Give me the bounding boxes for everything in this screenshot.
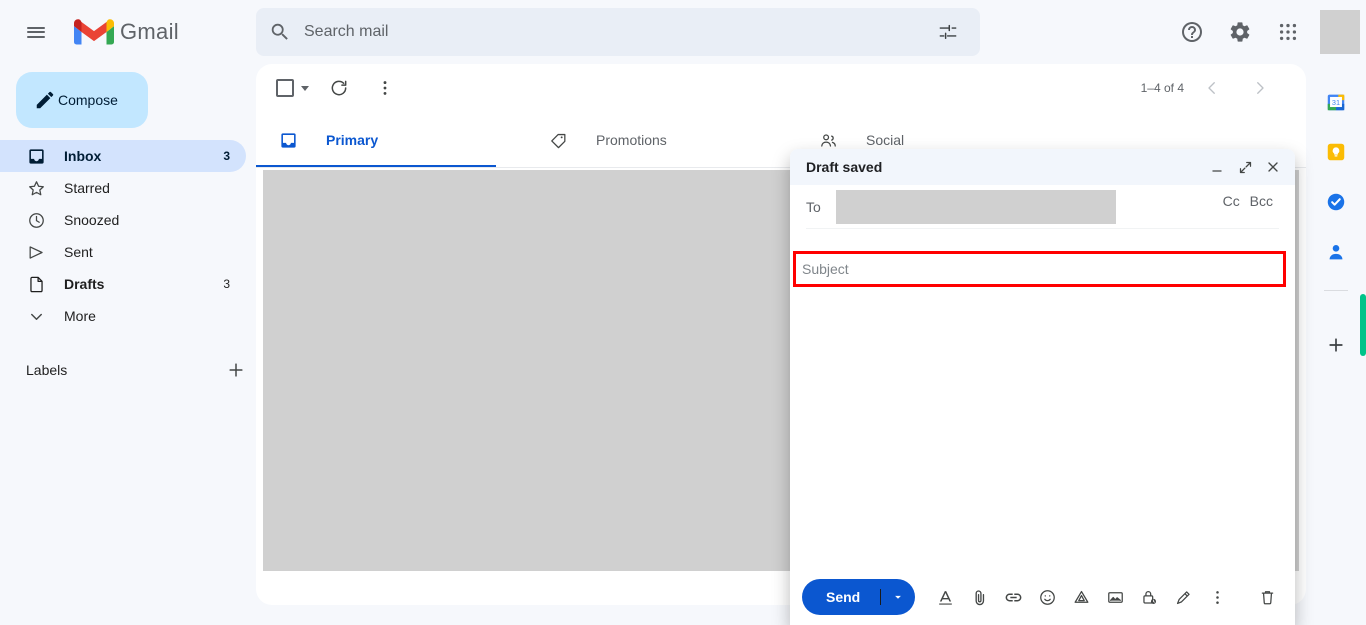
list-toolbar: 1–4 of 4 — [256, 64, 1306, 112]
side-panel-rail: 31 — [1306, 64, 1366, 625]
search-input[interactable] — [304, 23, 980, 41]
select-all-checkbox[interactable] — [272, 75, 313, 101]
compose-header[interactable]: Draft saved — [790, 149, 1295, 185]
insert-drive-icon[interactable] — [1065, 581, 1097, 613]
minimize-icon[interactable] — [1203, 153, 1231, 181]
attach-file-icon[interactable] — [963, 581, 995, 613]
compose-format-icons — [927, 581, 1233, 613]
cc-button[interactable]: Cc — [1223, 193, 1240, 209]
trash-icon[interactable] — [1251, 581, 1283, 613]
tag-icon — [548, 130, 568, 150]
sidebar-item-label: Snoozed — [64, 212, 120, 228]
sidebar-item-label: Sent — [64, 244, 93, 260]
sidebar-item-sent[interactable]: Sent — [0, 236, 246, 268]
left-sidebar: Compose Inbox 3 Starred Snoozed Sent Dra… — [0, 64, 256, 625]
confidential-mode-icon[interactable] — [1133, 581, 1165, 613]
avatar[interactable] — [1320, 10, 1360, 54]
insert-emoji-icon[interactable] — [1031, 581, 1063, 613]
expand-icon[interactable] — [1231, 153, 1259, 181]
sidebar-item-snoozed[interactable]: Snoozed — [0, 204, 246, 236]
sidebar-item-label: Drafts — [64, 276, 105, 292]
google-tasks-icon[interactable] — [1316, 182, 1356, 222]
google-keep-icon[interactable] — [1316, 132, 1356, 172]
star-icon — [26, 178, 46, 198]
inbox-tab-icon — [278, 130, 298, 150]
pagination-controls: 1–4 of 4 — [1141, 68, 1306, 108]
compose-window: Draft saved To Cc Bcc Send — [790, 149, 1295, 625]
send-button[interactable]: Send — [802, 589, 882, 605]
insert-photo-icon[interactable] — [1099, 581, 1131, 613]
tab-label: Social — [866, 132, 905, 148]
compose-button-label: Compose — [58, 92, 118, 108]
send-icon — [26, 242, 46, 262]
cc-bcc-controls: Cc Bcc — [1223, 193, 1295, 209]
labels-title: Labels — [26, 362, 68, 378]
message-body-input[interactable] — [790, 337, 1295, 569]
tab-label: Promotions — [596, 132, 667, 148]
compose-status-title: Draft saved — [806, 159, 883, 175]
sidebar-item-starred[interactable]: Starred — [0, 172, 246, 204]
gear-icon[interactable] — [1216, 8, 1264, 56]
top-bar-actions — [1168, 0, 1366, 64]
sidebar-item-drafts[interactable]: Drafts 3 — [0, 268, 246, 300]
svg-text:31: 31 — [1332, 98, 1340, 107]
refresh-icon[interactable] — [319, 68, 359, 108]
chevron-right-icon[interactable] — [1240, 68, 1280, 108]
google-contacts-icon[interactable] — [1316, 232, 1356, 272]
bcc-button[interactable]: Bcc — [1250, 193, 1273, 209]
draft-icon — [26, 274, 46, 294]
plus-icon[interactable] — [1316, 325, 1356, 365]
close-icon[interactable] — [1259, 153, 1287, 181]
sidebar-item-more[interactable]: More — [0, 300, 246, 332]
pagination-label: 1–4 of 4 — [1140, 81, 1184, 95]
compose-button[interactable]: Compose — [16, 72, 148, 128]
search-options-icon[interactable] — [924, 8, 972, 56]
search-bar[interactable] — [256, 8, 980, 56]
people-icon — [818, 130, 838, 150]
checkbox-icon — [276, 79, 294, 97]
compose-toolbar: Send — [790, 569, 1295, 625]
send-options-chevron-down-icon[interactable] — [881, 590, 915, 604]
search-icon — [256, 21, 304, 43]
subject-input[interactable] — [796, 254, 1283, 284]
formatting-options-icon[interactable] — [929, 581, 961, 613]
inbox-icon — [26, 146, 46, 166]
send-button-group[interactable]: Send — [802, 579, 916, 615]
sidebar-nav-list: Inbox 3 Starred Snoozed Sent Drafts 3 Mo… — [0, 140, 256, 332]
hamburger-menu-icon[interactable] — [12, 8, 60, 56]
to-field-row[interactable]: To — [806, 185, 1279, 229]
pencil-icon — [34, 89, 56, 111]
chevron-left-icon[interactable] — [1192, 68, 1232, 108]
subject-field-highlight — [793, 251, 1286, 287]
help-icon[interactable] — [1168, 8, 1216, 56]
sidebar-item-label: Starred — [64, 180, 110, 196]
tab-promotions[interactable]: Promotions — [526, 112, 796, 168]
insert-link-icon[interactable] — [997, 581, 1029, 613]
gmail-brand[interactable]: Gmail — [74, 12, 179, 52]
sidebar-item-label: More — [64, 308, 96, 324]
plus-icon[interactable] — [216, 360, 256, 380]
more-options-icon[interactable] — [1201, 581, 1233, 613]
more-vertical-icon[interactable] — [365, 68, 405, 108]
labels-section-header: Labels — [0, 354, 256, 386]
rail-scroll-indicator[interactable] — [1360, 294, 1366, 356]
gmail-wordmark: Gmail — [120, 19, 179, 44]
to-recipients-redacted[interactable] — [836, 189, 1116, 224]
sidebar-item-inbox[interactable]: Inbox 3 — [0, 140, 246, 172]
chevron-down-icon[interactable] — [301, 85, 309, 91]
insert-signature-icon[interactable] — [1167, 581, 1199, 613]
chevron-down-icon — [26, 306, 46, 326]
gmail-logo-icon — [74, 17, 114, 47]
tab-label: Primary — [326, 132, 379, 148]
rail-divider — [1324, 290, 1348, 291]
google-calendar-icon[interactable]: 31 — [1316, 82, 1356, 122]
to-label: To — [806, 198, 821, 215]
top-app-bar: Gmail — [0, 0, 1366, 64]
google-apps-grid-icon[interactable] — [1264, 8, 1312, 56]
sidebar-item-label: Inbox — [64, 148, 102, 164]
tab-primary[interactable]: Primary — [256, 112, 526, 168]
clock-icon — [26, 210, 46, 230]
sidebar-item-count: 3 — [223, 277, 230, 291]
sidebar-item-count: 3 — [223, 149, 230, 163]
